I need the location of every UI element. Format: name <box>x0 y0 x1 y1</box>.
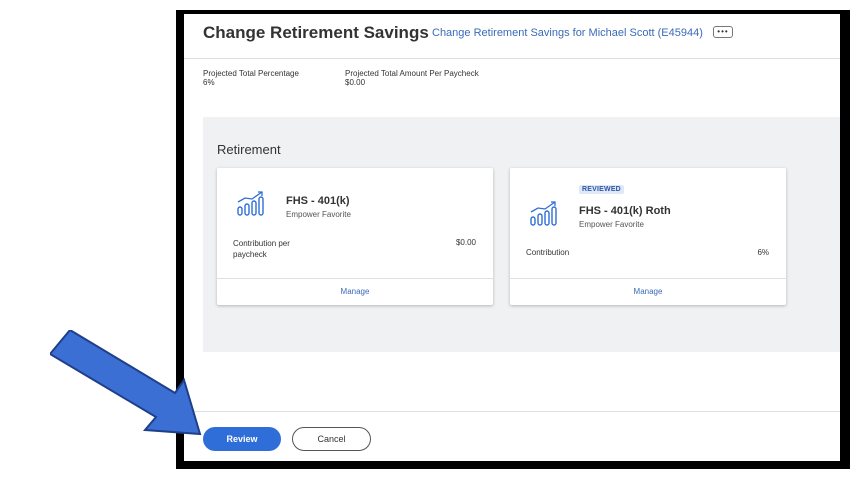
projected-percentage-value: 6% <box>203 78 215 87</box>
contribution-label: Contribution <box>526 248 570 257</box>
manage-button[interactable]: Manage <box>510 287 786 296</box>
plan-name: FHS - 401(k) <box>286 195 350 207</box>
projected-amount-label: Projected Total Amount Per Paycheck <box>345 69 479 78</box>
growth-chart-icon <box>530 201 557 226</box>
projected-percentage: Projected Total Percentage 6% <box>203 69 299 87</box>
manage-button[interactable]: Manage <box>217 287 493 296</box>
more-actions-icon[interactable]: ••• <box>713 26 733 38</box>
cancel-button[interactable]: Cancel <box>292 427 371 451</box>
plan-card-401k-roth[interactable]: REVIEWED FHS - 401(k) Roth Empower Favor… <box>510 168 786 305</box>
contribution-value: $0.00 <box>455 238 476 247</box>
page-title: Change Retirement Savings <box>203 23 429 42</box>
page-header: Change Retirement Savings Change Retirem… <box>184 14 840 59</box>
retirement-section: Retirement FHS - 401(k) Empower Favorite… <box>203 117 840 352</box>
section-title: Retirement <box>217 142 281 157</box>
page-subtitle-link[interactable]: Change Retirement Savings for Michael Sc… <box>432 27 703 39</box>
plan-provider: Empower Favorite <box>579 220 644 229</box>
pointer-arrow-annotation <box>50 330 202 436</box>
projected-amount: Projected Total Amount Per Paycheck $0.0… <box>345 69 479 87</box>
contribution-value: 6% <box>757 248 769 257</box>
footer-divider <box>184 411 840 412</box>
plan-provider: Empower Favorite <box>286 210 351 219</box>
workday-screen: Change Retirement Savings Change Retirem… <box>184 14 840 461</box>
projected-percentage-label: Projected Total Percentage <box>203 69 299 78</box>
status-badge: REVIEWED <box>579 185 624 194</box>
plan-name: FHS - 401(k) Roth <box>579 205 671 217</box>
plan-card-401k[interactable]: FHS - 401(k) Empower Favorite Contributi… <box>217 168 493 305</box>
projected-amount-value: $0.00 <box>345 78 366 87</box>
card-divider <box>217 278 493 279</box>
card-divider <box>510 278 786 279</box>
growth-chart-icon <box>237 191 264 216</box>
review-button[interactable]: Review <box>203 427 281 451</box>
contribution-label: Contribution per paycheck <box>233 239 290 259</box>
